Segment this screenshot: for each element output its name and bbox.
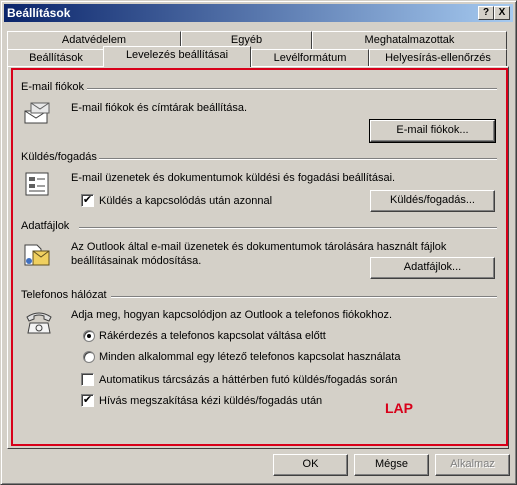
ok-button[interactable]: OK: [273, 454, 348, 476]
apply-button[interactable]: Alkalmaz: [435, 454, 510, 476]
telephone-icon: [26, 312, 52, 334]
email-accounts-button[interactable]: E-mail fiókok...: [369, 119, 496, 143]
lap-annotation: LAP: [385, 400, 413, 416]
send-immediately-checkbox[interactable]: ✔: [81, 194, 94, 207]
check-mark-icon: ✔: [82, 394, 93, 406]
radio-ask-before-switch[interactable]: [83, 330, 95, 342]
send-receive-button[interactable]: Küldés/fogadás...: [370, 190, 495, 212]
radio-ask-before-switch-label: Rákérdezés a telefonos kapcsolat váltása…: [99, 330, 326, 342]
dialup-section-title: Telefonos hálózat: [21, 289, 107, 301]
send-immediately-label: Küldés a kapcsolódás után azonnal: [99, 195, 273, 207]
hang-up-checkbox[interactable]: ✔: [81, 394, 94, 407]
radio-always-existing-label: Minden alkalommal egy létező telefonos k…: [99, 351, 401, 363]
close-button[interactable]: X: [494, 6, 510, 20]
hang-up-label: Hívás megszakítása kézi küldés/fogadás u…: [99, 395, 323, 407]
data-files-icon: [24, 244, 50, 266]
sendrecv-separator: [99, 158, 497, 160]
sendrecv-section-title: Küldés/fogadás: [21, 151, 97, 163]
cancel-button[interactable]: Mégse: [354, 454, 429, 476]
tab-helyesiras[interactable]: Helyesírás-ellenőrzés: [369, 49, 507, 67]
radio-dot-icon: [87, 334, 91, 338]
title-bar: Beállítások ? X: [4, 4, 513, 22]
radio-always-existing[interactable]: [83, 351, 95, 363]
window-title: Beállítások: [7, 6, 71, 20]
dialup-separator: [111, 296, 497, 298]
dialup-description: Adja meg, hogyan kapcsolódjon az Outlook…: [71, 309, 393, 321]
tab-meghatalmazottak[interactable]: Meghatalmazottak: [312, 31, 507, 49]
email-accounts-icon: [24, 102, 50, 124]
datafiles-description-line1: Az Outlook által e-mail üzenetek és doku…: [71, 241, 447, 253]
tab-beallitasok[interactable]: Beállítások: [7, 49, 105, 67]
datafiles-description-line2: beállításainak módosítása.: [71, 255, 202, 267]
email-section-title: E-mail fiókok: [21, 81, 84, 93]
help-button[interactable]: ?: [478, 6, 494, 20]
auto-dial-checkbox[interactable]: [81, 373, 94, 386]
tab-levelformatum[interactable]: Levélformátum: [251, 49, 369, 67]
data-files-button[interactable]: Adatfájlok...: [370, 257, 495, 279]
sendrecv-description: E-mail üzenetek és dokumentumok küldési …: [71, 172, 396, 184]
settings-dialog: Beállítások ? X Adatvédelem Egyéb Meghat…: [0, 0, 517, 485]
datafiles-separator: [79, 227, 497, 229]
send-receive-icon: [25, 172, 49, 196]
email-separator: [87, 88, 497, 90]
email-description: E-mail fiókok és címtárak beállítása.: [71, 102, 248, 114]
auto-dial-label: Automatikus tárcsázás a háttérben futó k…: [99, 374, 398, 386]
tab-levelezes-beallitasai[interactable]: Levelezés beállításai: [103, 46, 251, 67]
check-mark-icon: ✔: [82, 194, 93, 206]
datafiles-section-title: Adatfájlok: [21, 220, 70, 232]
